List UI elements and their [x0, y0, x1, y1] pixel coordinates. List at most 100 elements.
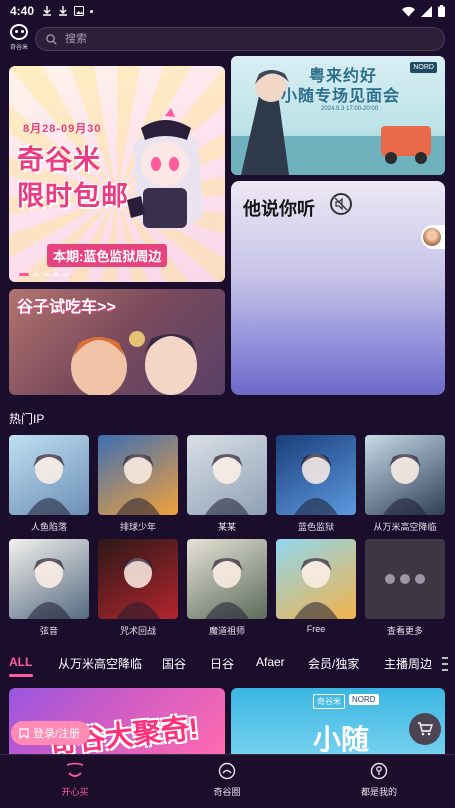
meetup-title-2: 小随专场见面会 [281, 88, 401, 105]
nav-item-qigu-circle[interactable]: 奇谷圈 [187, 761, 267, 798]
avatar [423, 228, 441, 246]
top-bar: 奇谷米 [0, 24, 455, 54]
hot-ip-thumbnail [9, 435, 89, 515]
logo-label: 奇谷米 [9, 45, 28, 51]
hot-ip-thumbnail [276, 435, 356, 515]
hot-ip-illustration [294, 454, 338, 515]
app-logo[interactable]: 奇谷米 [8, 24, 30, 54]
banner-trial-title: 谷子试吃车>> [17, 299, 116, 316]
hot-ip-name: 蓝色监狱 [297, 522, 334, 532]
audio-title: 他说你听 [243, 199, 315, 219]
category-tab[interactable]: ALL [9, 655, 32, 669]
hot-ip-thumbnail [187, 435, 267, 515]
category-tab[interactable]: 从万米高空降临 [58, 655, 142, 672]
gallery-icon [74, 6, 85, 16]
carousel-dot [19, 273, 29, 276]
product-card-title: 小随 [313, 724, 370, 754]
hot-ip-name: 魔道祖师 [208, 626, 245, 636]
cart-button[interactable] [409, 713, 441, 745]
floating-avatar[interactable] [421, 225, 445, 249]
nav-label: 奇谷圈 [213, 787, 241, 797]
hot-ip-name: Free [306, 624, 326, 634]
wifi-icon [402, 6, 415, 16]
hot-ip-illustration [116, 454, 160, 515]
banner-meetup[interactable]: 粤来约好 小随专场见面会 2024.9.3 17:00-20:00 NORD [231, 56, 445, 175]
search-bar[interactable] [35, 27, 445, 51]
hot-ip-item[interactable]: 魔道祖师 [187, 539, 267, 637]
search-icon [46, 33, 57, 45]
meetup-time: 2024.9.3 17:00-20:00 [321, 106, 379, 112]
nav-label: 开心买 [61, 787, 89, 797]
category-tab[interactable]: 主播周边 [384, 655, 432, 672]
bottom-navigation: 开心买 奇谷圈 都是我的 [0, 754, 455, 808]
category-tab[interactable]: 日谷 [210, 655, 234, 672]
category-tabs: ALL 从万米高空降临 国谷 日谷 Afaer 会员/独家 主播周边 [0, 655, 455, 677]
battery-icon [438, 5, 445, 17]
category-tab[interactable]: 会员/独家 [308, 655, 359, 672]
mute-icon[interactable] [330, 193, 352, 215]
category-tab[interactable]: 国谷 [162, 655, 186, 672]
hot-ip-illustration [205, 558, 249, 619]
product-card-badge: NORD [349, 694, 379, 705]
hot-ip-illustration [27, 558, 71, 619]
hot-ip-name: 某某 [217, 522, 236, 532]
hot-ip-item[interactable]: 蓝色监狱 [276, 435, 356, 533]
hot-ip-thumbnail [365, 435, 445, 515]
status-time: 4:40 [10, 4, 35, 18]
dot-icon [90, 9, 94, 13]
nav-label: 都是我的 [360, 787, 397, 797]
login-register-button[interactable]: 登录/注册 [11, 721, 91, 745]
cart-icon [418, 722, 433, 736]
view-more-thumb [365, 539, 445, 619]
hot-ip-item[interactable]: 某某 [187, 435, 267, 533]
hot-ip-item[interactable]: 从万米高空降临 [365, 435, 445, 533]
smile-icon [65, 761, 85, 781]
speaker-muted-icon [334, 197, 348, 211]
download-icon [59, 6, 68, 16]
search-input[interactable] [65, 33, 405, 45]
banner-free-shipping[interactable]: 8月28-09月30 奇谷米 限时包邮 本期:蓝色监狱周边 [9, 66, 225, 282]
hot-ip-item[interactable]: 咒术回战 [98, 539, 178, 637]
bookmark-icon [19, 727, 29, 739]
nav-item-happy-buy[interactable]: 开心买 [35, 761, 115, 798]
login-register-label: 登录/注册 [33, 728, 81, 740]
banner-trial-car[interactable]: 谷子试吃车>> [9, 289, 225, 395]
nav-item-mine[interactable]: 都是我的 [339, 761, 419, 798]
more-dots-icon [365, 539, 445, 619]
hot-ip-name: 弦音 [39, 626, 58, 636]
signal-icon [421, 5, 432, 17]
carousel-dot [33, 273, 39, 276]
carousel-indicator [19, 273, 69, 276]
hot-ip-thumbnail [98, 435, 178, 515]
profile-icon [369, 761, 389, 781]
hot-ip-item[interactable]: 排球少年 [98, 435, 178, 533]
hot-ip-illustration [116, 558, 160, 619]
hot-ip-name: 从万米高空降临 [373, 522, 437, 532]
circle-community-icon [217, 761, 237, 781]
carousel-dot [53, 273, 59, 276]
hot-ip-illustration [294, 558, 338, 619]
banner-trial-illustration [71, 331, 197, 395]
banner-audio[interactable]: 他说你听 [231, 181, 445, 395]
status-bar: 4:40 [0, 0, 455, 22]
hot-ip-item[interactable]: 人鱼陷落 [9, 435, 89, 533]
carousel-dot [63, 273, 69, 276]
hot-ip-item[interactable]: Free [276, 539, 356, 634]
banner-tag: 本期:蓝色监狱周边 [47, 244, 168, 267]
hot-ip-item[interactable]: 查看更多 [365, 539, 445, 637]
hot-ip-thumbnail [98, 539, 178, 619]
hot-ip-item[interactable]: 弦音 [9, 539, 89, 637]
category-tab[interactable]: Afaer [256, 655, 285, 669]
hot-ip-illustration [27, 454, 71, 515]
product-card-badge: 奇谷米 [313, 694, 345, 709]
tab-menu-icon[interactable] [442, 657, 448, 671]
hot-ip-thumbnail [276, 539, 356, 619]
banner-character-illustration [127, 108, 203, 230]
download-icon [43, 6, 52, 16]
banner-title-1: 奇谷米 [17, 145, 101, 175]
hot-ip-name: 查看更多 [386, 626, 423, 636]
hot-ip-thumbnail [187, 539, 267, 619]
hot-ip-illustration [383, 454, 427, 515]
banner-date: 8月28-09月30 [23, 123, 102, 135]
hot-ip-title: 热门IP [9, 412, 45, 426]
